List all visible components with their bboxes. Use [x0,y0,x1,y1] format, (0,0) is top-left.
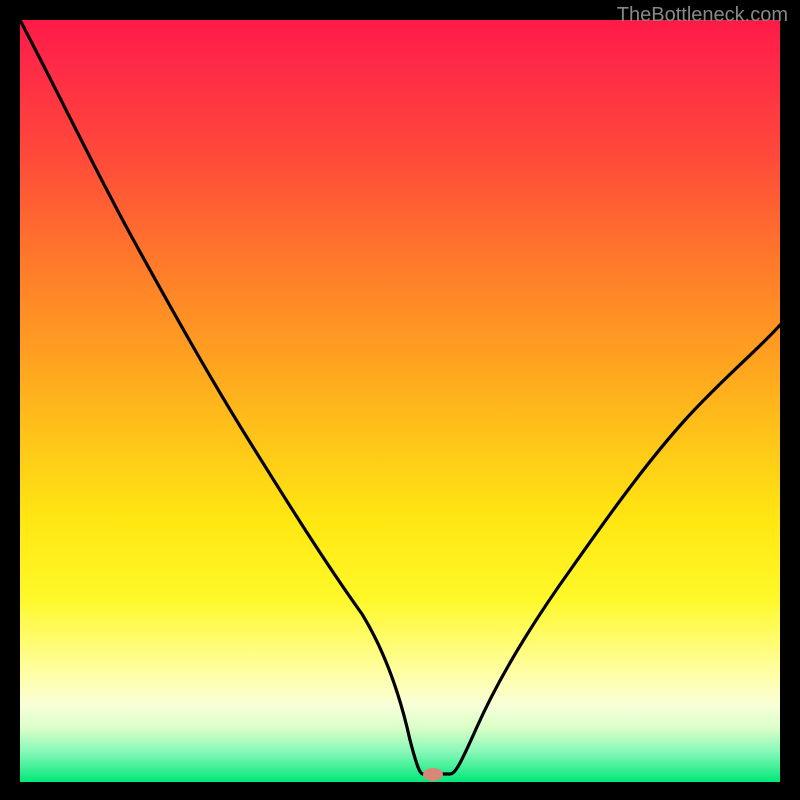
bottleneck-curve [20,20,780,782]
watermark-text: TheBottleneck.com [617,4,788,27]
curve-path [20,20,780,774]
bottleneck-chart [20,20,780,782]
optimal-point-marker [423,768,443,781]
